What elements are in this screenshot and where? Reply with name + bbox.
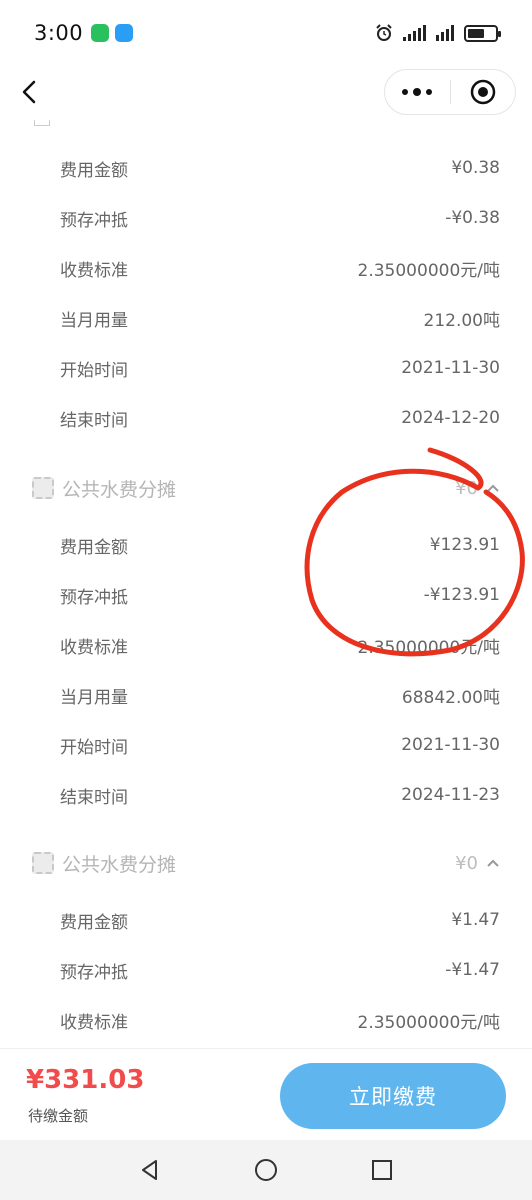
more-button[interactable] xyxy=(385,70,450,114)
chevron-up-icon[interactable] xyxy=(486,858,500,868)
detail-row: 预存冲抵 -¥1.47 xyxy=(60,960,500,983)
detail-row: 当月用量 212.00吨 xyxy=(60,310,500,331)
target-close-icon xyxy=(470,79,495,105)
fee-detail-list[interactable]: 费用金额 ¥0.38 预存冲抵 -¥0.38 收费标准 2.35000000元/… xyxy=(0,120,532,1048)
detail-row: 收费标准 2.35000000元/吨 xyxy=(60,260,500,281)
status-bar: 3:00 xyxy=(0,0,532,66)
message-icon xyxy=(115,24,134,42)
group-checkbox[interactable] xyxy=(32,477,54,499)
group-amount: ¥0 xyxy=(455,852,478,874)
pay-now-button[interactable]: 立即缴费 xyxy=(280,1063,506,1129)
detail-row: 预存冲抵 -¥123.91 xyxy=(60,585,500,608)
nav-bar xyxy=(0,66,532,120)
square-recents-icon xyxy=(372,1160,392,1180)
more-dots-icon xyxy=(402,88,433,96)
detail-row: 收费标准 2.35000000元/吨 xyxy=(60,1012,500,1033)
nav-back-button[interactable] xyxy=(135,1155,165,1185)
chevron-left-icon xyxy=(22,80,36,104)
status-app-icons xyxy=(91,24,134,42)
signal-icon xyxy=(403,25,426,41)
close-button[interactable] xyxy=(451,70,516,114)
status-time: 3:00 xyxy=(34,21,84,45)
group-checkbox[interactable] xyxy=(32,852,54,874)
wechat-icon xyxy=(91,24,110,42)
chevron-up-icon[interactable] xyxy=(486,483,500,493)
alarm-icon xyxy=(376,24,392,41)
fee-group-header[interactable]: 公共水费分摊 ¥0 xyxy=(0,463,532,513)
previous-item-edge xyxy=(34,120,50,126)
due-amount-label: 待缴金额 xyxy=(28,1107,89,1125)
circle-home-icon xyxy=(255,1159,277,1181)
detail-row: 结束时间 2024-12-20 xyxy=(60,408,500,431)
group-title: 公共水费分摊 xyxy=(62,853,177,876)
android-nav-bar xyxy=(0,1140,532,1200)
detail-row: 预存冲抵 -¥0.38 xyxy=(60,208,500,231)
battery-icon xyxy=(464,24,501,42)
detail-row: 费用金额 ¥1.47 xyxy=(60,910,500,933)
mini-program-capsule xyxy=(384,69,516,115)
detail-row: 费用金额 ¥123.91 xyxy=(60,535,500,558)
detail-row: 费用金额 ¥0.38 xyxy=(60,158,500,181)
nav-recents-button[interactable] xyxy=(367,1155,397,1185)
group-amount: ¥0 xyxy=(455,477,478,499)
group-title: 公共水费分摊 xyxy=(62,478,177,501)
detail-row: 开始时间 2021-11-30 xyxy=(60,358,500,381)
detail-row: 开始时间 2021-11-30 xyxy=(60,735,500,758)
fee-group-header[interactable]: 公共水费分摊 ¥0 xyxy=(0,838,532,888)
due-amount: ¥331.03 xyxy=(26,1065,145,1095)
detail-row: 收费标准 2.35000000元/吨 xyxy=(60,637,500,658)
back-button[interactable] xyxy=(14,74,50,110)
nav-home-button[interactable] xyxy=(251,1155,281,1185)
status-indicators xyxy=(375,24,501,42)
detail-row: 当月用量 68842.00吨 xyxy=(60,687,500,708)
detail-row: 结束时间 2024-11-23 xyxy=(60,785,500,808)
payment-bar: ¥331.03 待缴金额 立即缴费 xyxy=(0,1048,532,1140)
signal-icon xyxy=(436,25,454,41)
triangle-back-icon xyxy=(142,1160,157,1180)
